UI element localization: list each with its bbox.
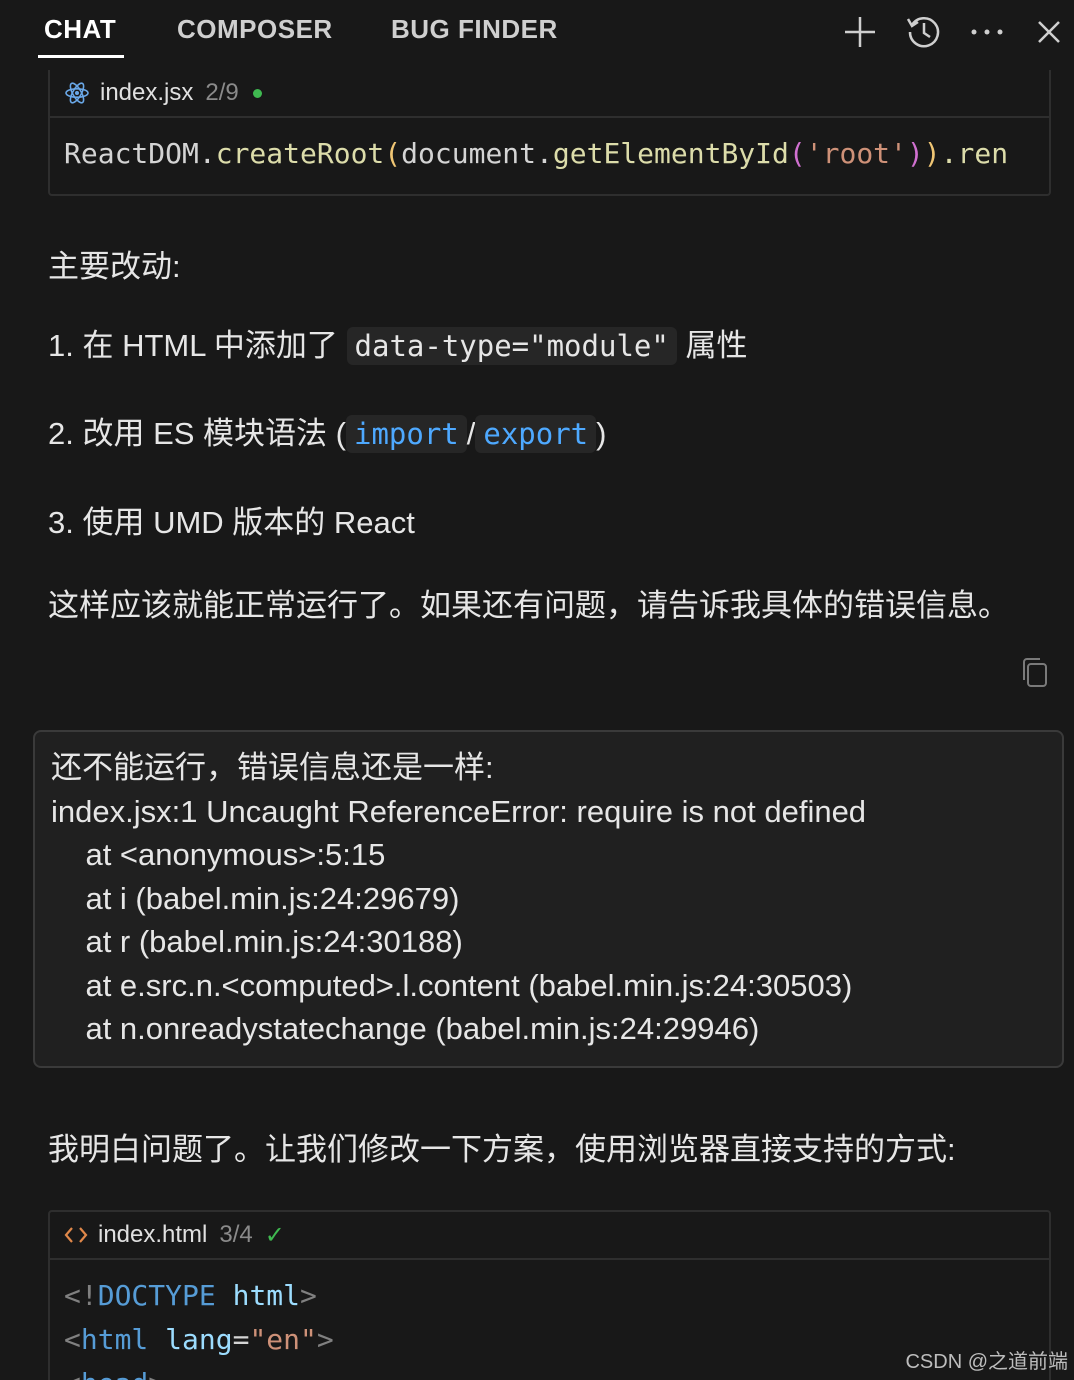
history-button[interactable]: [902, 10, 946, 54]
message-line: at n.onreadystatechange (babel.min.js:24…: [51, 1011, 760, 1046]
code-block-filename: index.jsx: [100, 79, 194, 106]
code-block-index-jsx: index.jsx 2/9 ReactDOM.createRoot(docume…: [48, 70, 1051, 196]
code-block-header[interactable]: index.html 3/4 ✓: [50, 1212, 1049, 1260]
check-icon: ✓: [264, 1221, 285, 1249]
message-line: at r (babel.min.js:24:30188): [51, 924, 463, 959]
chat-panel: CHAT COMPOSER BUG FINDER index.jsx 2/9 R…: [0, 0, 1074, 1380]
code-block-filename: index.html: [98, 1221, 208, 1248]
code-line: <!DOCTYPE html>: [64, 1279, 317, 1312]
react-icon: [65, 82, 89, 104]
code-line: <html lang="en">: [64, 1323, 334, 1356]
close-panel-button[interactable]: [1027, 10, 1071, 54]
code-line: ReactDOM.createRoot(document.getElementB…: [64, 137, 1009, 170]
code-line: <head>: [64, 1362, 1049, 1380]
inline-code-link[interactable]: import: [345, 415, 467, 453]
active-tab-indicator: [38, 55, 124, 58]
plus-icon: [845, 17, 875, 47]
more-icon: [971, 29, 1003, 35]
list-item: 3. 使用 UMD 版本的 React: [48, 505, 415, 540]
message-line: at <anonymous>:5:15: [51, 837, 386, 872]
more-options-button[interactable]: [965, 10, 1009, 54]
history-icon: [906, 17, 940, 48]
new-chat-button[interactable]: [838, 10, 882, 54]
inline-code-link[interactable]: export: [475, 415, 597, 453]
tab-chat[interactable]: CHAT: [44, 14, 116, 58]
watermark: CSDN @之道前端: [905, 1351, 1068, 1373]
tab-bug-finder[interactable]: BUG FINDER: [391, 14, 558, 58]
tab-composer[interactable]: COMPOSER: [177, 14, 333, 58]
user-message[interactable]: 还不能运行，错误信息还是一样: index.jsx:1 Uncaught Ref…: [33, 730, 1064, 1068]
message-line: index.jsx:1 Uncaught ReferenceError: req…: [51, 793, 867, 829]
message-line: at e.src.n.<computed>.l.content (babel.m…: [51, 967, 853, 1003]
list-item: 1. 在 HTML 中添加了 data-type="module" 属性: [48, 327, 748, 365]
message-line: at i (babel.min.js:24:29679): [51, 880, 460, 916]
code-block-version-count: 3/4: [219, 1221, 253, 1248]
copy-icon: [1023, 658, 1047, 687]
list-item: 2. 改用 ES 模块语法 (import / export): [48, 415, 607, 453]
code-block-index-html: index.html 3/4 ✓ <!DOCTYPE html> <html la…: [48, 1210, 1051, 1380]
inline-code: data-type="module": [346, 327, 677, 365]
close-icon: [1038, 21, 1060, 43]
code-file-icon: [64, 1227, 88, 1243]
tab-bar: CHAT COMPOSER BUG FINDER: [0, 0, 1074, 66]
response-heading: 主要改动:: [48, 249, 181, 284]
code-block-header[interactable]: index.jsx 2/9: [50, 70, 1049, 118]
response-text: 我明白问题了。让我们修改一下方案，使用浏览器直接支持的方式:: [48, 1132, 956, 1167]
response-closing: 这样应该就能正常运行了。如果还有问题，请告诉我具体的错误信息。: [48, 588, 1009, 623]
code-body: <!DOCTYPE html> <html lang="en"> <head>: [50, 1260, 1049, 1380]
copy-button[interactable]: [1018, 655, 1052, 691]
code-block-version-count: 2/9: [205, 79, 239, 106]
status-dot: [252, 88, 262, 98]
message-line: 还不能运行，错误信息还是一样:: [51, 750, 494, 785]
